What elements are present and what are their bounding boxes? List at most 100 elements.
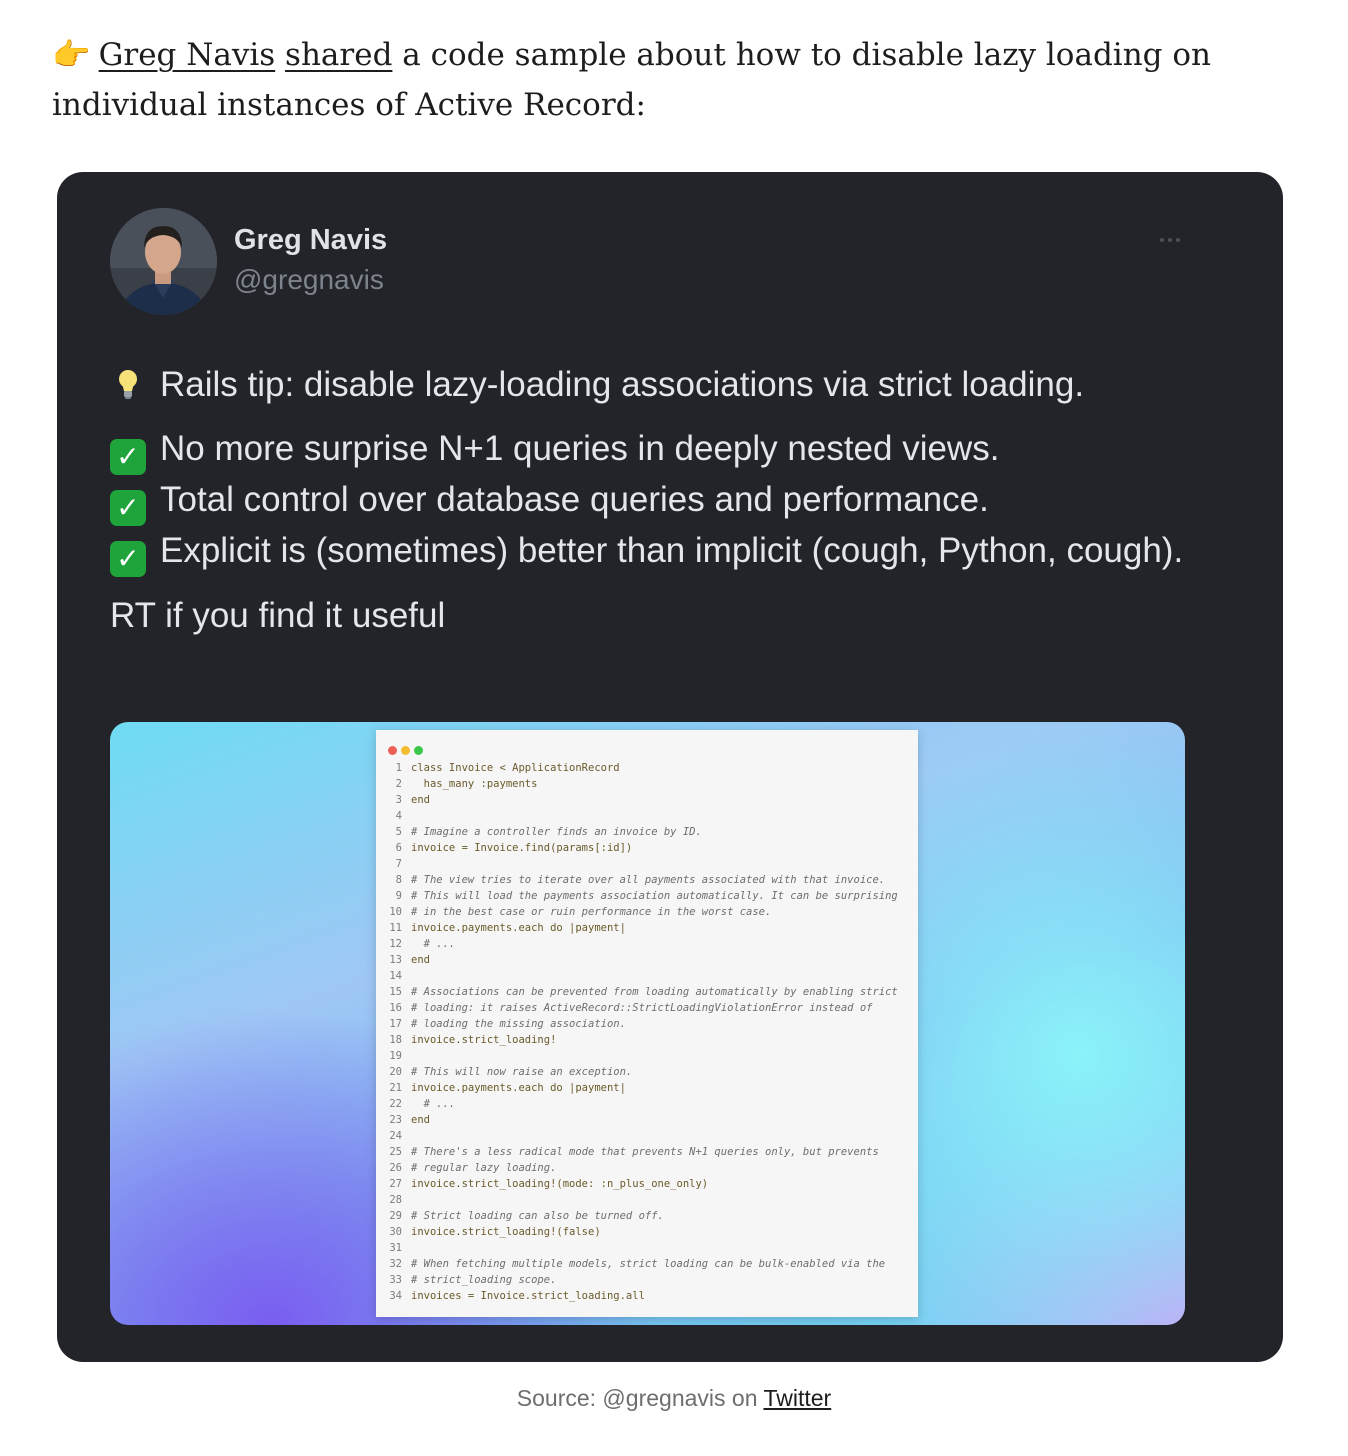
shared-link[interactable]: shared [285, 37, 392, 73]
code-text: invoice.payments.each do |payment| [411, 922, 626, 934]
code-block: 1 class Invoice < ApplicationRecord 2 has_… [388, 760, 912, 1304]
line-number: 9 [395, 890, 402, 902]
author-link[interactable]: Greg Navis [99, 37, 276, 73]
line-number: 10 [389, 906, 402, 918]
zoom-dot [414, 746, 423, 755]
code-line: 21 invoice.payments.each do |payment| [388, 1080, 912, 1096]
code-window: 1 class Invoice < ApplicationRecord 2 has_… [376, 730, 918, 1317]
line-number: 29 [389, 1210, 402, 1222]
more-options-icon[interactable] [1157, 230, 1187, 250]
line-number: 34 [389, 1290, 402, 1302]
code-line: 2 has_many :payments [388, 776, 912, 792]
line-number: 32 [389, 1258, 402, 1270]
code-line: 27 invoice.strict_loading!(mode: :n_plus_… [388, 1176, 912, 1192]
code-text: # loading: it raises ActiveRecord::Stric… [411, 1002, 873, 1014]
code-line: 24 [388, 1128, 912, 1144]
code-text: # Strict loading can also be turned off. [411, 1210, 664, 1222]
code-line: 14 [388, 968, 912, 984]
avatar[interactable] [110, 208, 217, 315]
code-text: invoice.strict_loading!(mode: :n_plus_on… [411, 1178, 709, 1190]
code-line: 17 # loading the missing association. [388, 1016, 912, 1032]
window-controls [388, 742, 427, 760]
code-line: 33 # strict_loading scope. [388, 1272, 912, 1288]
line-number: 31 [389, 1242, 402, 1254]
code-line: 1 class Invoice < ApplicationRecord [388, 760, 912, 776]
code-line: 12 # ... [388, 936, 912, 952]
embedded-tweet[interactable]: Greg Navis @gregnavis Rails tip: disable… [57, 172, 1283, 1362]
tweet-media-image[interactable]: 1 class Invoice < ApplicationRecord 2 has_… [110, 722, 1185, 1325]
check-mark-icon: ✓ [110, 541, 146, 577]
code-line: 29 # Strict loading can also be turned of… [388, 1208, 912, 1224]
code-text: class Invoice < ApplicationRecord [411, 762, 620, 774]
line-number: 17 [389, 1018, 402, 1030]
code-line: 13 end [388, 952, 912, 968]
line-number: 27 [389, 1178, 402, 1190]
code-text: invoice.strict_loading!(false) [411, 1226, 601, 1238]
line-number: 28 [389, 1194, 402, 1206]
close-dot [388, 746, 397, 755]
line-number: 3 [395, 794, 402, 806]
line-number: 19 [389, 1050, 402, 1062]
code-line: 28 [388, 1192, 912, 1208]
code-line: 3 end [388, 792, 912, 808]
check-mark-icon: ✓ [110, 439, 146, 475]
code-text: invoices = Invoice.strict_loading.all [411, 1290, 645, 1302]
tweet-text: Rails tip: disable lazy-loading associat… [110, 360, 1230, 641]
line-number: 6 [395, 842, 402, 854]
code-text: invoice = Invoice.find(params[:id]) [411, 842, 633, 854]
line-number: 18 [389, 1034, 402, 1046]
code-line: 8 # The view tries to iterate over all pa… [388, 872, 912, 888]
code-text: # There's a less radical mode that preve… [411, 1146, 879, 1158]
code-line: 10 # in the best case or ruin performance… [388, 904, 912, 920]
line-number: 30 [389, 1226, 402, 1238]
line-number: 7 [395, 858, 402, 870]
code-text: end [411, 794, 430, 806]
line-number: 22 [389, 1098, 402, 1110]
code-line: 32 # When fetching multiple models, stric… [388, 1256, 912, 1272]
check-mark-icon: ✓ [110, 490, 146, 526]
code-text: # loading the missing association. [411, 1018, 626, 1030]
code-line: 11 invoice.payments.each do |payment| [388, 920, 912, 936]
code-line: 30 invoice.strict_loading!(false) [388, 1224, 912, 1240]
code-text: end [411, 1114, 430, 1126]
code-line: 5 # Imagine a controller finds an invoice… [388, 824, 912, 840]
code-line: 31 [388, 1240, 912, 1256]
line-number: 1 [395, 762, 402, 774]
code-text: # This will now raise an exception. [411, 1066, 633, 1078]
code-line: 18 invoice.strict_loading! [388, 1032, 912, 1048]
line-number: 8 [395, 874, 402, 886]
code-text: invoice.payments.each do |payment| [411, 1082, 626, 1094]
pointing-hand-icon: 👉 [52, 37, 91, 73]
tweet-author-handle[interactable]: @gregnavis [234, 264, 384, 296]
code-text: # The view tries to iterate over all pay… [411, 874, 886, 886]
line-number: 25 [389, 1146, 402, 1158]
code-text: # This will load the payments associatio… [411, 890, 898, 902]
code-text: # ... [411, 1098, 456, 1110]
code-text: # ... [411, 938, 456, 950]
code-line: 34 invoices = Invoice.strict_loading.all [388, 1288, 912, 1304]
code-line: 20 # This will now raise an exception. [388, 1064, 912, 1080]
twitter-link[interactable]: Twitter [763, 1385, 831, 1411]
code-line: 6 invoice = Invoice.find(params[:id]) [388, 840, 912, 856]
code-text: invoice.strict_loading! [411, 1034, 557, 1046]
line-number: 11 [389, 922, 402, 934]
line-number: 13 [389, 954, 402, 966]
code-text: has_many :payments [411, 778, 538, 790]
tweet-line-tip: Rails tip: disable lazy-loading associat… [160, 365, 1085, 404]
line-number: 21 [389, 1082, 402, 1094]
code-text: # regular lazy loading. [411, 1162, 557, 1174]
code-text: # Imagine a controller finds an invoice … [411, 826, 702, 838]
line-number: 33 [389, 1274, 402, 1286]
code-line: 15 # Associations can be prevented from l… [388, 984, 912, 1000]
lightbulb-icon [110, 366, 146, 402]
code-line: 26 # regular lazy loading. [388, 1160, 912, 1176]
code-line: 9 # This will load the payments associati… [388, 888, 912, 904]
line-number: 15 [389, 986, 402, 998]
line-number: 23 [389, 1114, 402, 1126]
intro-paragraph: 👉 Greg Navis shared a code sample about h… [52, 30, 1292, 130]
tweet-author-name[interactable]: Greg Navis [234, 224, 387, 257]
code-text: # strict_loading scope. [411, 1274, 557, 1286]
line-number: 2 [395, 778, 402, 790]
line-number: 5 [395, 826, 402, 838]
code-line: 19 [388, 1048, 912, 1064]
